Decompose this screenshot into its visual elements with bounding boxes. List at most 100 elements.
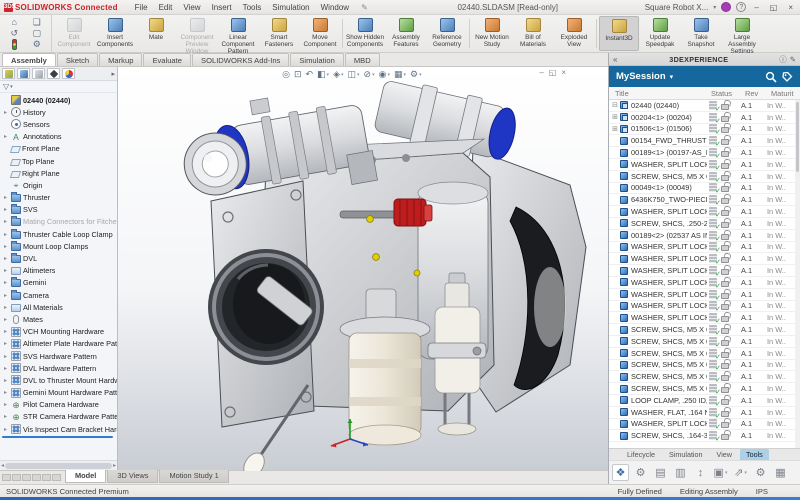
feature-tree-item[interactable]: Right Plane — [0, 167, 117, 179]
part-row[interactable]: WASHER, SPLIT LOCK, M5 SCR... A.1 In W.. — [609, 242, 800, 254]
menu-item[interactable]: View — [178, 2, 205, 13]
expand-arrow-icon[interactable]: ▸ — [2, 231, 9, 238]
feature-tree-item[interactable]: ▸ DVL — [0, 252, 117, 264]
part-row[interactable]: LOOP CLAMP, .250 ID, .172 DIA ... A.1 In… — [609, 395, 800, 407]
scroll-left-icon[interactable]: ◂ — [1, 462, 4, 469]
expand-arrow-icon[interactable]: ▸ — [2, 340, 9, 347]
menu-item[interactable]: File — [130, 2, 153, 13]
expand-arrow-icon[interactable]: ▸ — [2, 279, 9, 286]
info-icon[interactable]: ⓘ — [779, 54, 787, 65]
chevron-down-icon[interactable]: ▾ — [670, 73, 674, 81]
feature-tree-item[interactable]: ▸ Gemini — [0, 277, 117, 289]
home-icon[interactable]: ⌂ — [3, 17, 26, 27]
menu-item[interactable]: Insert — [207, 2, 237, 13]
part-row[interactable]: SCREW, SHCS, .164-32 UNC-3A... A.1 In W.… — [609, 430, 800, 442]
pin-panel-icon[interactable]: ✎ — [790, 55, 796, 64]
toolbar-button-component-preview-window[interactable]: Component Preview Window — [177, 16, 217, 51]
scrollbar-thumb[interactable] — [5, 463, 112, 469]
toolbar-button-large-assembly-settings[interactable]: Large Assembly Settings — [722, 16, 762, 51]
expand-arrow-icon[interactable]: ▸ — [2, 109, 9, 116]
part-row[interactable]: WASHER, SPLIT LOCK, M5 SCR... A.1 In W.. — [609, 301, 800, 313]
tab-markup[interactable]: Markup — [99, 53, 142, 66]
feature-tree-item[interactable]: ⌖ Origin — [0, 179, 117, 191]
toolbar-button-assembly-features[interactable]: Assembly Features — [386, 16, 426, 51]
displaymanager-tab[interactable] — [62, 68, 75, 79]
component-stack-icon[interactable]: ❏ — [26, 17, 49, 27]
expand-arrow-icon[interactable]: ▸ — [2, 133, 9, 140]
feature-tree-item[interactable]: Sensors — [0, 118, 117, 130]
panel-tab-view[interactable]: View — [711, 449, 738, 460]
print-icon[interactable]: ▣▾ — [712, 464, 729, 481]
part-row[interactable]: SCREW, SHCS, .250-28 UNF-3A ... A.1 In W… — [609, 218, 800, 230]
feature-tree-item[interactable]: ▸ ⊕ STR Camera Hardware Pattern 1 — [0, 411, 117, 423]
panel-tab-simulation[interactable]: Simulation — [663, 449, 709, 460]
expand-arrow-icon[interactable]: ▸ — [2, 243, 9, 250]
feature-tree-item[interactable]: ▸ VCH Mounting Hardware — [0, 326, 117, 338]
tree-horizontal-scrollbar[interactable]: ◂▸ — [0, 460, 117, 470]
pane-splitter-cells[interactable] — [0, 471, 65, 481]
feature-tree-item[interactable]: ▸ DVL to Thruster Mount Hardware Pa — [0, 374, 117, 386]
toolbar-button-update-speedpak[interactable]: Update Speedpak — [640, 16, 680, 51]
rollback-bar[interactable] — [2, 436, 113, 438]
part-row[interactable]: SCREW, SHCS, M5 X 0.8 MM TH... A.1 In W.… — [609, 383, 800, 395]
tab-solidworks-add-ins[interactable]: SOLIDWORKS Add-Ins — [192, 53, 289, 66]
close-button[interactable]: × — [785, 3, 796, 12]
part-row[interactable]: SCREW, SHCS, M5 X 0.8 MM TH... A.1 In W.… — [609, 324, 800, 336]
tag-icon[interactable] — [781, 71, 793, 83]
part-row[interactable]: SCREW, SHCS, M5 X 0.8 MM TH... A.1 In W.… — [609, 371, 800, 383]
tab-sketch[interactable]: Sketch — [57, 53, 98, 66]
tab-assembly[interactable]: Assembly — [2, 53, 56, 66]
part-row[interactable]: WASHER, SPLIT LOCK, .164 NO... A.1 In W.… — [609, 419, 800, 431]
part-row[interactable]: 00189<1> (00197-AS_INSTALLED) A.1 In W.. — [609, 147, 800, 159]
part-row[interactable]: SCREW, SHCS, M5 X 0.8 MM TH... A.1 In W.… — [609, 336, 800, 348]
table-icon[interactable]: ▦ — [772, 464, 789, 481]
row-expander-icon[interactable]: ⊞ — [611, 125, 619, 133]
feature-tree-item[interactable]: ▸ DVL Hardware Pattern — [0, 362, 117, 374]
expand-arrow-icon[interactable]: ▸ — [2, 194, 9, 201]
column-maturity[interactable]: Maturit — [771, 89, 800, 98]
expand-arrow-icon[interactable]: ▸ — [2, 377, 9, 384]
column-title[interactable]: Title — [615, 89, 711, 98]
part-row[interactable]: WASHER, SPLIT LOCK, M5 SCR... A.1 In W.. — [609, 312, 800, 324]
measure-icon[interactable]: ↕ — [692, 464, 709, 481]
part-row[interactable]: 6436K750_TWO-PIECE CLAMP-... A.1 In W.. — [609, 194, 800, 206]
tree-filter[interactable]: ▽▾ — [0, 81, 117, 93]
expand-arrow-icon[interactable]: ▸ — [2, 218, 9, 225]
part-row[interactable]: SCREW, SHCS, M5 X 0.8 MM TH... A.1 In W.… — [609, 171, 800, 183]
collapse-panel-icon[interactable]: « — [613, 55, 617, 64]
mysession-bar[interactable]: MySession ▾ — [609, 66, 800, 87]
feature-tree-item[interactable]: ▸ Thruster Cable Loop Clamp — [0, 228, 117, 240]
feature-tree-item[interactable]: ▸ Mount Loop Clamps — [0, 240, 117, 252]
panel-scrollbar[interactable] — [795, 100, 800, 448]
menu-item[interactable]: Tools — [238, 2, 267, 13]
expand-arrow-icon[interactable]: ▸ — [2, 328, 9, 335]
restore-button[interactable]: ◱ — [767, 3, 781, 12]
session-name[interactable]: MySession — [616, 71, 666, 82]
part-row[interactable]: SCREW, SHCS, M5 X 0.8 MM TH... A.1 In W.… — [609, 348, 800, 360]
part-row[interactable]: WASHER, SPLIT LOCK, M5 SCR... A.1 In W.. — [609, 265, 800, 277]
expand-arrow-icon[interactable]: ▸ — [2, 426, 9, 433]
pin-menu-icon[interactable]: ✎ — [358, 3, 371, 12]
part-row[interactable]: WASHER, SPLIT LOCK, M5 SCR... A.1 In W.. — [609, 253, 800, 265]
expand-arrow-icon[interactable]: ▸ — [2, 353, 9, 360]
panel-tabs-overflow-icon[interactable]: ▸ — [111, 70, 115, 78]
yellow-plug[interactable] — [367, 216, 374, 223]
part-row[interactable]: ⊞ 01506<1> (01506) A.1 In W.. — [609, 124, 800, 136]
settings-gear-icon[interactable]: ⚙ — [752, 464, 769, 481]
expand-arrow-icon[interactable]: ▸ — [2, 413, 9, 420]
feature-tree-item[interactable]: ▸ All Materials — [0, 301, 117, 313]
feature-tree-item[interactable]: ▸ A Annotations — [0, 131, 117, 143]
part-row[interactable]: 00049<1> (00049) A.1 In W.. — [609, 183, 800, 195]
feature-tree-item[interactable]: Front Plane — [0, 143, 117, 155]
yellow-plug[interactable] — [373, 254, 380, 261]
featuremanager-tab[interactable] — [2, 68, 15, 79]
feature-tree-item[interactable]: ▸ SVS — [0, 204, 117, 216]
menu-item[interactable]: Window — [316, 2, 354, 13]
toolbar-button-edit-component[interactable]: Edit Component — [54, 16, 94, 51]
expand-arrow-icon[interactable]: ▸ — [2, 316, 9, 323]
part-row[interactable]: ⊟ 02440 (02440) A.1 In W.. — [609, 100, 800, 112]
panel-tab-lifecycle[interactable]: Lifecycle — [621, 449, 661, 460]
scrollbar-thumb[interactable] — [796, 102, 799, 172]
toolbar-button-take-snapshot[interactable]: Take Snapshot — [681, 16, 721, 51]
compare-icon[interactable]: ⚙ — [632, 464, 649, 481]
